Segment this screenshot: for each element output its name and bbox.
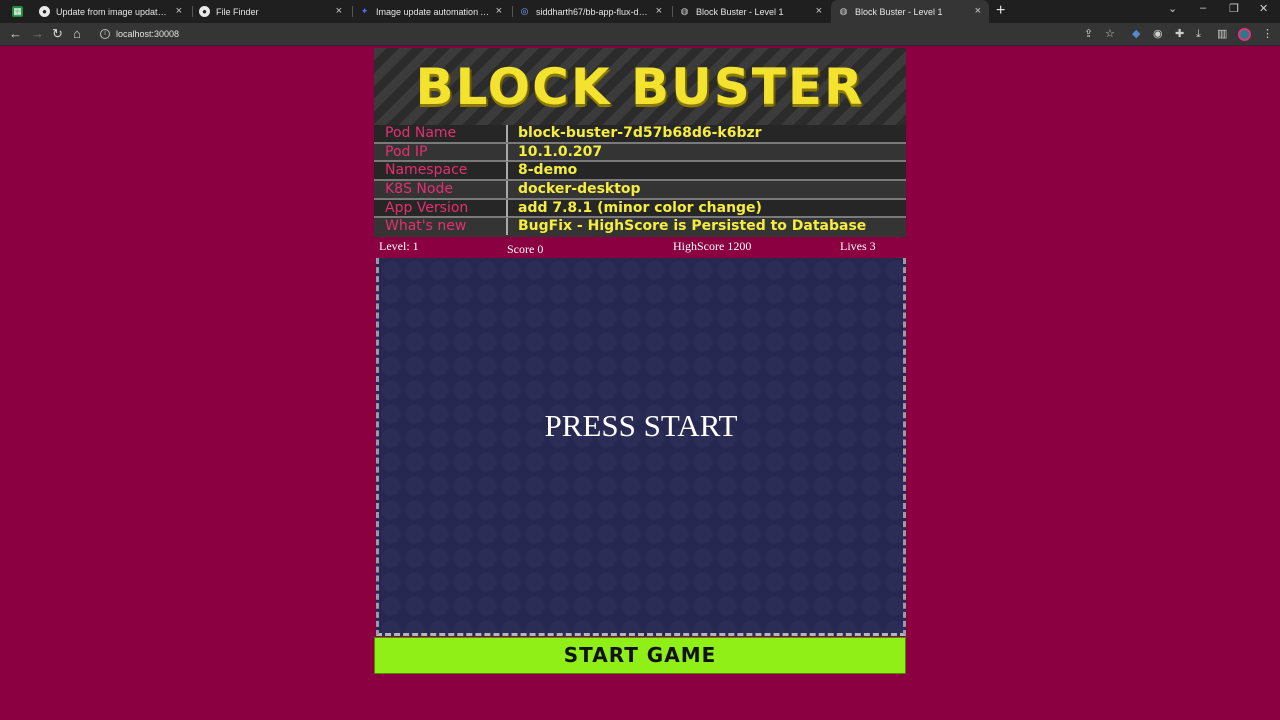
close-icon[interactable]: ×	[656, 5, 662, 17]
info-value: 8-demo	[518, 162, 578, 179]
globe-icon: ◍	[839, 6, 848, 16]
browser-tab-bar: ▦ ● Update from image update auto × ● Fi…	[0, 0, 1280, 23]
github-icon: ●	[199, 6, 210, 17]
bookmark-star-icon[interactable]: ☆	[1105, 28, 1115, 40]
score-indicator: Score 0	[507, 242, 544, 256]
tab-title: Image update automation API re	[376, 6, 491, 17]
close-icon[interactable]: ×	[336, 5, 342, 17]
column-divider	[506, 218, 508, 236]
docker-icon: ◎	[520, 6, 529, 16]
profile-avatar[interactable]	[1238, 28, 1251, 41]
start-game-button[interactable]: START GAME	[374, 637, 906, 674]
tab-title: Block Buster - Level 1	[855, 6, 943, 17]
game-board[interactable]: PRESS START	[376, 258, 906, 636]
tab-title: Block Buster - Level 1	[696, 6, 784, 17]
site-info-icon[interactable]: i	[100, 29, 110, 39]
column-divider	[506, 125, 508, 142]
info-label: Pod IP	[385, 143, 428, 160]
reload-icon[interactable]: ↻	[52, 27, 63, 41]
close-icon[interactable]: ×	[816, 5, 822, 17]
download-icon[interactable]: ⤓	[1196, 28, 1201, 40]
info-label: App Version	[385, 199, 469, 216]
info-value: add 7.8.1 (minor color change)	[518, 199, 762, 216]
info-label: What's new	[385, 218, 467, 235]
tab-title: siddharth67/bb-app-flux-demo:	[536, 6, 651, 17]
tab-docker-hub[interactable]: ◎ siddharth67/bb-app-flux-demo: ×	[512, 0, 670, 23]
extensions-puzzle-icon[interactable]: ✚	[1175, 28, 1184, 40]
info-label: K8S Node	[385, 181, 453, 198]
sheets-icon: ▦	[12, 6, 23, 17]
tab-title: Update from image update auto	[56, 6, 171, 17]
title-banner: BLOCK BUSTER	[374, 48, 906, 125]
game-title: BLOCK BUSTER	[415, 58, 865, 116]
tab-block-buster-active[interactable]: ◍ Block Buster - Level 1 ×	[831, 0, 989, 23]
flux-icon: ✦	[360, 6, 369, 16]
info-label: Pod Name	[385, 125, 457, 141]
share-icon[interactable]: ⇪	[1084, 28, 1093, 40]
info-value: docker-desktop	[518, 181, 641, 198]
side-panel-icon[interactable]: ▥	[1217, 28, 1227, 40]
tab-search-icon[interactable]: ⌄	[1168, 2, 1177, 15]
info-row-namespace: Namespace 8-demo	[374, 162, 906, 182]
back-icon[interactable]: ←	[9, 27, 22, 41]
home-icon[interactable]: ⌂	[73, 27, 81, 41]
minimize-icon[interactable]: –	[1200, 2, 1206, 14]
block-buster-app: BLOCK BUSTER Pod Name block-buster-7d57b…	[374, 48, 906, 674]
tab-block-buster-1[interactable]: ◍ Block Buster - Level 1 ×	[672, 0, 830, 23]
restore-icon[interactable]: ❐	[1229, 2, 1239, 15]
github-icon: ●	[39, 6, 50, 17]
close-icon[interactable]: ×	[975, 5, 981, 17]
info-row-pod-ip: Pod IP 10.1.0.207	[374, 143, 906, 163]
column-divider	[506, 143, 508, 161]
browser-toolbar: ← → ↻ ⌂ i localhost:30008 ⇪ ☆ ◆ ◉ ✚ ⤓ ▥ …	[0, 23, 1280, 46]
info-row-whats-new: What's new BugFix - HighScore is Persist…	[374, 218, 906, 238]
window-close-icon[interactable]: ✕	[1259, 2, 1268, 15]
press-start-message: PRESS START	[544, 408, 738, 443]
column-divider	[506, 162, 508, 180]
extension-mask-icon[interactable]: ◉	[1153, 28, 1163, 40]
url-text: localhost:30008	[116, 29, 180, 39]
new-tab-icon[interactable]: +	[996, 3, 1005, 19]
pod-info-table: Pod Name block-buster-7d57b68d6-k6bzr Po…	[374, 125, 906, 238]
level-indicator: Level: 1	[379, 239, 419, 253]
lives-indicator: Lives 3	[840, 239, 876, 253]
close-icon[interactable]: ×	[496, 5, 502, 17]
globe-icon: ◍	[680, 6, 689, 16]
forward-icon[interactable]: →	[31, 27, 44, 41]
close-icon[interactable]: ×	[176, 5, 182, 17]
browser-menu-icon[interactable]: ⋮	[1262, 28, 1273, 40]
tab-pinned-sheets[interactable]: ▦	[12, 0, 26, 23]
info-value: block-buster-7d57b68d6-k6bzr	[518, 125, 762, 141]
info-row-k8s-node: K8S Node docker-desktop	[374, 181, 906, 200]
extension-color-icon[interactable]: ◆	[1132, 28, 1140, 40]
info-row-app-version: App Version add 7.8.1 (minor color chang…	[374, 199, 906, 219]
tab-image-update-api[interactable]: ✦ Image update automation API re ×	[352, 0, 510, 23]
column-divider	[506, 199, 508, 217]
column-divider	[506, 181, 508, 199]
tab-file-finder[interactable]: ● File Finder ×	[192, 0, 350, 23]
game-hud: Level: 1 Score 0 HighScore 1200 Lives 3	[374, 238, 906, 258]
info-label: Namespace	[385, 162, 468, 179]
address-bar[interactable]: i localhost:30008	[92, 25, 1132, 44]
tab-title: File Finder	[216, 6, 259, 17]
info-value: BugFix - HighScore is Persisted to Datab…	[518, 218, 867, 235]
tab-update-from-image[interactable]: ● Update from image update auto ×	[32, 0, 190, 23]
highscore-indicator: HighScore 1200	[673, 239, 752, 253]
info-row-pod-name: Pod Name block-buster-7d57b68d6-k6bzr	[374, 125, 906, 144]
info-value: 10.1.0.207	[518, 143, 603, 160]
